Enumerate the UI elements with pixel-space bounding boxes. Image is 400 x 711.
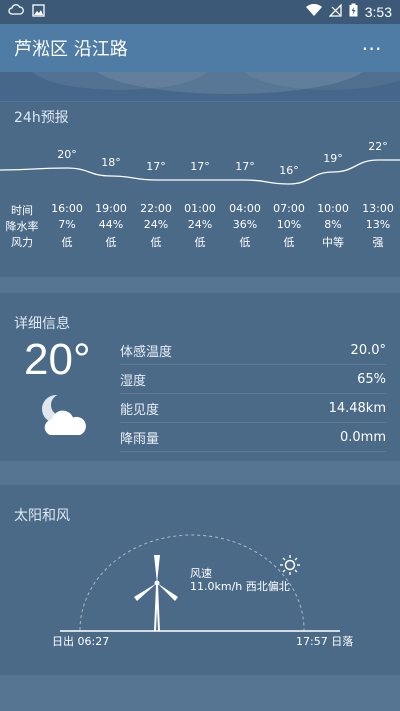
row-label-time: 时间 bbox=[11, 204, 33, 217]
detail-label: 降雨量 bbox=[120, 432, 160, 447]
detail-row: 湿度 65% bbox=[120, 366, 386, 394]
forecast-temp: 16° bbox=[279, 164, 299, 177]
forecast-time: 13:00 bbox=[362, 202, 394, 215]
detail-row: 降雨量 0.0mm bbox=[120, 424, 386, 452]
forecast-time: 01:00 bbox=[184, 202, 216, 215]
forecast-precip: 24% bbox=[187, 218, 213, 231]
forecast-precip: 13% bbox=[365, 218, 391, 231]
forecast-precip: 10% bbox=[276, 218, 302, 231]
forecast-time: 19:00 bbox=[95, 202, 127, 215]
forecast-temp: 17° bbox=[146, 160, 166, 173]
cloud-icon bbox=[8, 4, 24, 20]
signal-icon bbox=[328, 2, 342, 21]
forecast-time: 10:00 bbox=[317, 202, 349, 215]
detail-value: 20.0° bbox=[350, 343, 386, 358]
wind-value: 11.0km/h 西北偏北 bbox=[190, 580, 290, 593]
detail-label: 体感温度 bbox=[120, 345, 173, 360]
sunset-label: 17:57 日落 bbox=[296, 635, 354, 648]
detail-label: 湿度 bbox=[120, 374, 147, 389]
detail-label: 能见度 bbox=[120, 403, 160, 418]
forecast-title: 24h预报 bbox=[14, 110, 69, 126]
wind-label: 风速 bbox=[190, 567, 212, 580]
image-icon bbox=[32, 3, 45, 21]
forecast-time: 04:00 bbox=[229, 202, 261, 215]
forecast-precip: 24% bbox=[143, 218, 169, 231]
forecast-time: 22:00 bbox=[140, 202, 172, 215]
detail-row: 能见度 14.48km bbox=[120, 395, 386, 423]
forecast-temp: 17° bbox=[190, 160, 210, 173]
forecast-precip: 7% bbox=[58, 218, 76, 231]
app-bar: 芦淞区 沿江路 ⋯ bbox=[0, 24, 400, 72]
forecast-temp: 20° bbox=[57, 148, 77, 161]
current-temperature: 20° bbox=[24, 335, 91, 384]
forecast-temp: 19° bbox=[323, 152, 343, 165]
forecast-wind: 低 bbox=[239, 236, 251, 249]
detail-row: 体感温度 20.0° bbox=[120, 337, 386, 365]
location-title: 芦淞区 沿江路 bbox=[14, 39, 128, 60]
wifi-icon bbox=[305, 3, 322, 21]
cloudy-moon-icon bbox=[38, 393, 90, 443]
details-title: 详细信息 bbox=[14, 316, 70, 332]
row-label-precip: 降水率 bbox=[5, 220, 39, 233]
forecast-time: 16:00 bbox=[51, 202, 83, 215]
section-divider bbox=[0, 277, 400, 293]
forecast-wind: 中等 bbox=[322, 236, 344, 249]
forecast-precip: 44% bbox=[98, 218, 124, 231]
windmill-icon bbox=[134, 555, 178, 632]
header-cloud-decoration bbox=[0, 72, 400, 102]
bottom-band bbox=[0, 675, 400, 711]
forecast-wind: 低 bbox=[194, 236, 206, 249]
forecast-precip: 36% bbox=[232, 218, 258, 231]
forecast-time: 07:00 bbox=[273, 202, 305, 215]
wind-info: 风速 11.0km/h 西北偏北 bbox=[190, 567, 290, 593]
forecast-wind: 低 bbox=[283, 236, 295, 249]
forecast-temp: 17° bbox=[235, 160, 255, 173]
forecast-wind: 低 bbox=[61, 236, 73, 249]
forecast-temp: 22° bbox=[368, 140, 388, 153]
detail-value: 0.0mm bbox=[339, 430, 386, 445]
detail-value: 14.48km bbox=[328, 401, 386, 416]
forecast-temp: 18° bbox=[101, 156, 121, 169]
battery-icon bbox=[349, 3, 358, 21]
row-label-wind: 风力 bbox=[11, 236, 33, 249]
forecast-wind: 低 bbox=[150, 236, 162, 249]
sun-wind-panel: 太阳和风 风速 11.0km/h 西北偏北 日出 06:27 17:57 日落 bbox=[0, 485, 400, 675]
forecast-wind: 低 bbox=[105, 236, 117, 249]
forecast-precip: 8% bbox=[324, 218, 342, 231]
details-panel: 详细信息 20° 体感温度 20.0° 湿度 65% 能见度 14.48km 降雨量 0.0m… bbox=[0, 293, 400, 461]
sunrise-label: 日出 06:27 bbox=[52, 635, 110, 648]
status-time: 3:53 bbox=[364, 4, 392, 20]
more-options-icon[interactable]: ⋯ bbox=[358, 38, 386, 58]
forecast-panel: 24h预报 20° 18° 17° 17° 17° 16° 19° 22° 时间 16:00 1… bbox=[0, 102, 400, 277]
section-divider bbox=[0, 461, 400, 485]
sun-wind-title: 太阳和风 bbox=[14, 508, 70, 524]
status-bar: 3:53 bbox=[0, 0, 400, 24]
detail-value: 65% bbox=[357, 372, 386, 387]
forecast-wind: 强 bbox=[372, 236, 384, 249]
